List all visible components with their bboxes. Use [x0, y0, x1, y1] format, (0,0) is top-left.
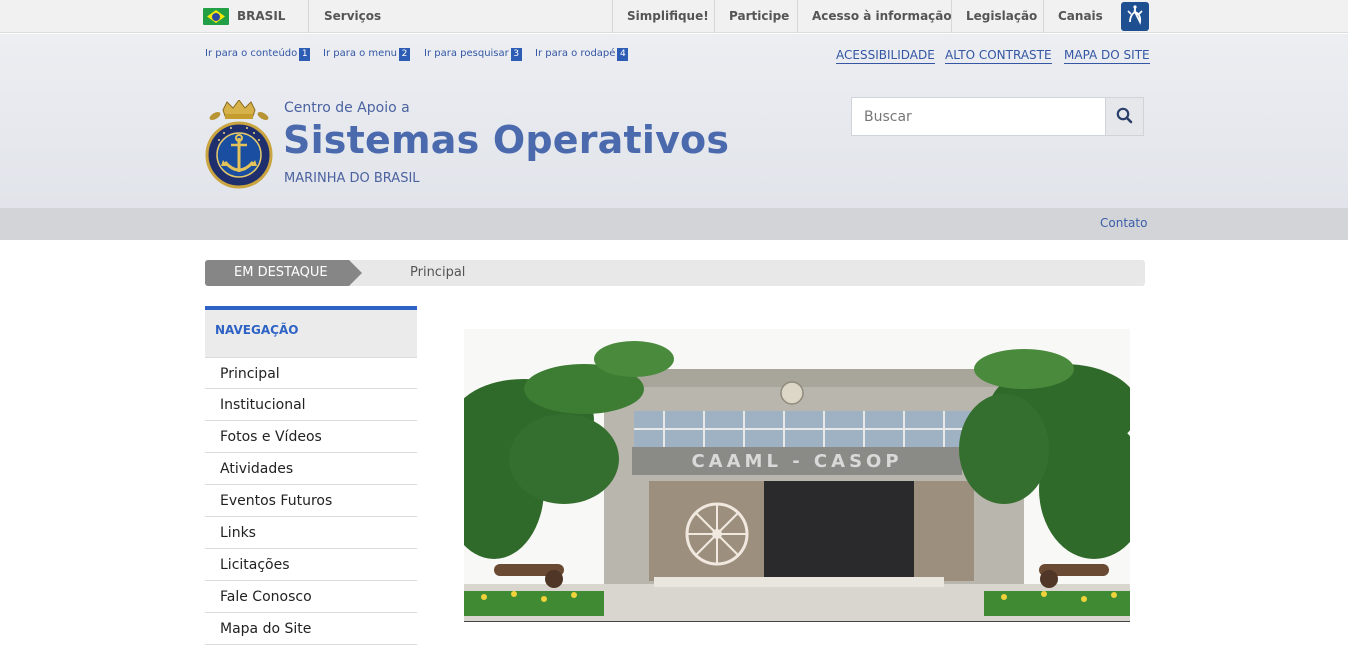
- search-box: [851, 97, 1144, 136]
- acesso-informacao-link[interactable]: Acesso à informação: [812, 9, 952, 23]
- sidebar-item-institucional[interactable]: Institucional: [205, 389, 417, 421]
- marinha-logo[interactable]: [205, 99, 273, 190]
- search-button[interactable]: [1105, 98, 1143, 135]
- site-header: Ir para o conteúdo 1 Ir para o menu 2 Ir p…: [0, 34, 1348, 208]
- alto-contraste-link[interactable]: ALTO CONTRASTE: [945, 48, 1052, 64]
- destaque-item[interactable]: Principal: [410, 265, 465, 280]
- vlibras-icon[interactable]: [1121, 2, 1149, 31]
- brasil-link[interactable]: BRASIL: [237, 9, 285, 23]
- skip-to-menu-link[interactable]: Ir para o menu 2: [323, 48, 410, 61]
- building-photo: CAAML - CASOP: [464, 329, 1130, 622]
- site-subtitle: MARINHA DO BRASIL: [284, 171, 420, 186]
- sidebar-item-fale-conosco[interactable]: Fale Conosco: [205, 581, 417, 613]
- participe-link[interactable]: Participe: [729, 9, 789, 23]
- skip-to-search-link[interactable]: Ir para pesquisar 3: [424, 48, 522, 61]
- sidebar-item-licitacoes[interactable]: Licitações: [205, 549, 417, 581]
- brazil-flag-icon: [203, 8, 229, 25]
- sidebar-item-atividades[interactable]: Atividades: [205, 453, 417, 485]
- skip-to-footer-link[interactable]: Ir para o rodapé 4: [535, 48, 629, 61]
- destaque-tag: EM DESTAQUE: [205, 260, 362, 286]
- nav-strip: Contato: [0, 208, 1348, 240]
- skip-to-content-link[interactable]: Ir para o conteúdo 1: [205, 48, 311, 61]
- sidebar-item-eventos-futuros[interactable]: Eventos Futuros: [205, 485, 417, 517]
- destaque-bar: EM DESTAQUE Principal: [205, 260, 1145, 286]
- canais-link[interactable]: Canais: [1058, 9, 1103, 23]
- search-input[interactable]: [852, 98, 1106, 135]
- acessibilidade-link[interactable]: ACESSIBILIDADE: [836, 48, 935, 64]
- sidebar-navigation: NAVEGAÇÃO Principal Institucional Fotos …: [205, 306, 417, 645]
- sidebar-item-mapa-do-site[interactable]: Mapa do Site: [205, 613, 417, 645]
- content-divider: [464, 621, 1130, 622]
- building-sign: CAAML - CASOP: [691, 451, 902, 472]
- site-pre-title: Centro de Apoio a: [284, 100, 410, 116]
- search-icon: [1116, 107, 1133, 124]
- sidebar-item-links[interactable]: Links: [205, 517, 417, 549]
- contato-link[interactable]: Contato: [1100, 216, 1147, 230]
- sidebar-heading: NAVEGAÇÃO: [205, 306, 417, 357]
- legislacao-link[interactable]: Legislação: [966, 9, 1037, 23]
- sidebar-item-principal[interactable]: Principal: [205, 357, 417, 389]
- mapa-do-site-link[interactable]: MAPA DO SITE: [1064, 48, 1150, 64]
- gov-bar: BRASIL Serviços Simplifique! Participe A…: [0, 0, 1348, 33]
- servicos-link[interactable]: Serviços: [324, 9, 381, 23]
- simplifique-link[interactable]: Simplifique!: [627, 9, 709, 23]
- sidebar-item-fotos-videos[interactable]: Fotos e Vídeos: [205, 421, 417, 453]
- site-title[interactable]: Sistemas Operativos: [283, 118, 729, 162]
